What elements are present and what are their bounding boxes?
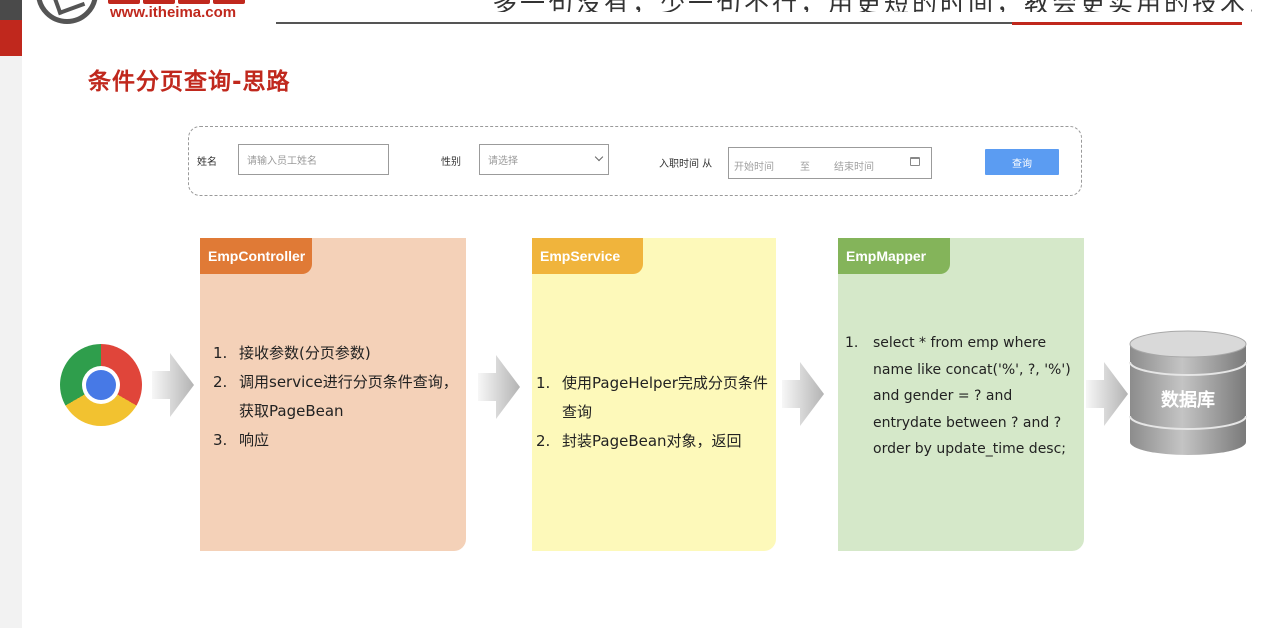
list-item: 1. 接收参数(分页参数) xyxy=(213,344,371,362)
strip-red-block xyxy=(0,20,22,56)
page-title: 条件分页查询-思路 xyxy=(88,69,291,95)
flow-arrow-controller-to-service xyxy=(478,355,520,419)
calendar-icon xyxy=(910,157,920,166)
list-item: 2. 调用service进行分页条件查询，获取PageBean xyxy=(213,373,458,420)
controller-panel: EmpController 1. 接收参数(分页参数) 2. 调用service进行… xyxy=(200,238,466,551)
list-item: 1. 使用PageHelper完成分页条件查询 xyxy=(536,374,768,421)
logo-icon xyxy=(36,0,98,24)
mapper-panel: EmpMapper 1. select * from emp where name… xyxy=(838,238,1084,551)
header-slogan: 多一句没有，少一句不行，用更短的时间，教会更实用的技术! xyxy=(492,0,1252,12)
gender-label: 性别 xyxy=(441,157,461,168)
gender-select-placeholder: 请选择 xyxy=(488,156,518,167)
chevron-down-icon xyxy=(594,152,604,162)
service-title: EmpService xyxy=(532,238,643,274)
date-end-placeholder: 结束时间 xyxy=(834,162,874,173)
search-form-panel: 姓名 请输入员工姓名 性别 请选择 入职时间 从 开始时间 至 结束时间 查询 xyxy=(188,126,1082,196)
chrome-icon-core xyxy=(86,370,116,400)
mapper-steps: 1. select * from emp where name like conc… xyxy=(845,330,1081,463)
list-item: 2. 封装PageBean对象，返回 xyxy=(536,432,742,450)
logo-mark xyxy=(52,0,86,16)
flow-arrow-mapper-to-database xyxy=(1086,362,1128,426)
entry-date-label: 入职时间 从 xyxy=(659,159,713,170)
database-label: 数据库 xyxy=(1161,390,1215,411)
flow-arrow-service-to-mapper xyxy=(782,362,824,426)
mapper-title: EmpMapper xyxy=(838,238,950,274)
service-steps: 1. 使用PageHelper完成分页条件查询 2. 封装PageBean对象，返回 xyxy=(536,369,772,456)
entry-date-range-picker[interactable]: 开始时间 至 结束时间 xyxy=(728,147,932,179)
left-sidebar-strip xyxy=(0,0,22,628)
flow-arrow-browser-to-controller xyxy=(152,353,194,417)
service-panel: EmpService 1. 使用PageHelper完成分页条件查询 2. 封装Pa… xyxy=(532,238,776,551)
name-input[interactable]: 请输入员工姓名 xyxy=(238,144,389,175)
logo-url: www.itheima.com xyxy=(110,4,237,21)
name-label: 姓名 xyxy=(197,157,217,168)
name-input-placeholder: 请输入员工姓名 xyxy=(247,156,317,167)
chrome-icon xyxy=(60,344,142,426)
controller-steps: 1. 接收参数(分页参数) 2. 调用service进行分页条件查询，获取PageB… xyxy=(213,339,463,455)
header-divider-accent xyxy=(1012,22,1242,25)
date-start-placeholder: 开始时间 xyxy=(734,162,774,173)
date-separator: 至 xyxy=(800,162,810,173)
controller-title: EmpController xyxy=(200,238,312,274)
gender-select[interactable]: 请选择 xyxy=(479,144,609,175)
strip-dark-block xyxy=(0,0,22,20)
list-item: 1. select * from emp where name like conc… xyxy=(845,335,1071,457)
list-item: 3. 响应 xyxy=(213,431,270,449)
query-button[interactable]: 查询 xyxy=(985,149,1059,175)
